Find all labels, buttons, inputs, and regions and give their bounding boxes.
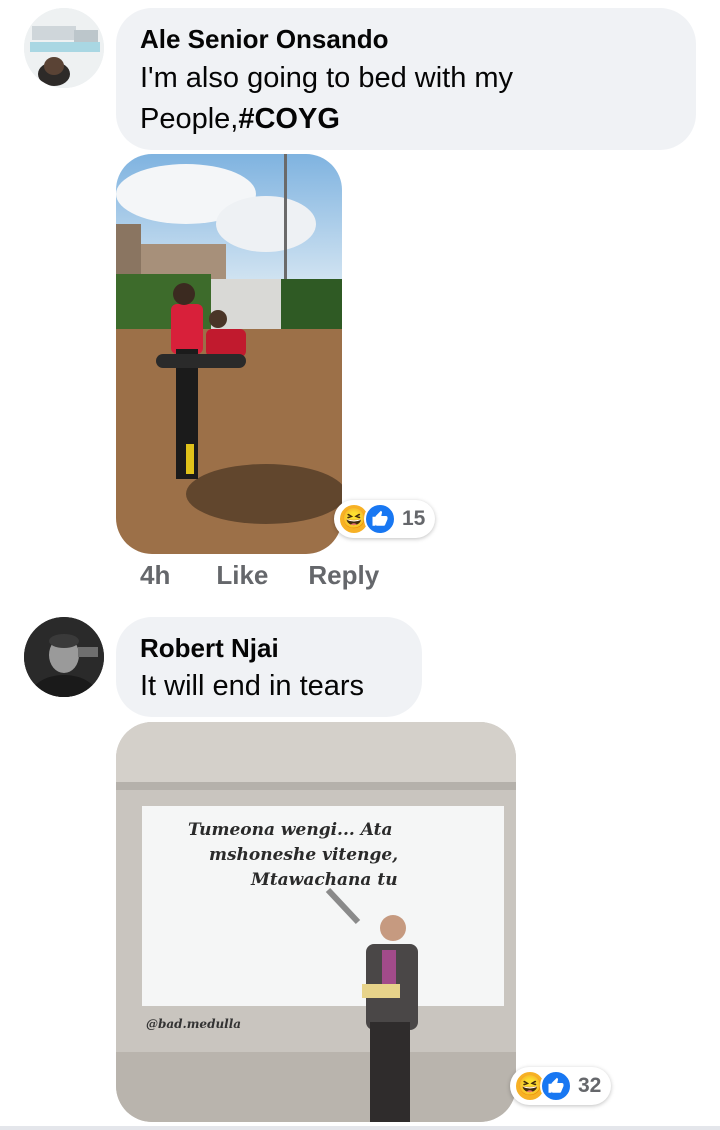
avatar-photo [24, 617, 104, 697]
photo-two-people-outdoors [116, 154, 342, 554]
meme-text-line: Mtawachana tu [250, 870, 398, 890]
divider [0, 1126, 720, 1130]
meme-presentation-image: Tumeona wengi... Ata mshoneshe vitenge, … [116, 722, 516, 1122]
meme-watermark: @bad.medulla [146, 1017, 241, 1031]
reaction-summary[interactable]: 😆 15 [334, 500, 436, 538]
comment-author[interactable]: Ale Senior Onsando [140, 24, 389, 55]
comment-text-line: I'm also going to bed with my [140, 62, 514, 94]
comment-text-prefix: People, [140, 103, 239, 135]
meme-text-line: Tumeona wengi... Ata [188, 820, 392, 840]
avatar-robert-njai[interactable] [24, 617, 104, 697]
comment-bubble: Ale Senior Onsando I'm also going to bed… [116, 8, 696, 150]
reaction-count: 15 [402, 507, 426, 530]
like-button[interactable]: Like [216, 560, 268, 591]
thumbs-up-icon [364, 503, 396, 535]
reaction-count: 32 [578, 1074, 602, 1097]
comment-timestamp[interactable]: 4h [140, 560, 170, 591]
comment-text-line: People,#COYG [140, 99, 340, 140]
comment-bubble: Robert Njai It will end in tears [116, 617, 422, 717]
comment-author[interactable]: Robert Njai [140, 633, 279, 664]
reaction-summary[interactable]: 😆 32 [510, 1067, 612, 1105]
comment-attached-meme[interactable]: Tumeona wengi... Ata mshoneshe vitenge, … [116, 722, 516, 1122]
comment-actions: 4h Like Reply [140, 558, 379, 592]
comment-attached-photo[interactable] [116, 154, 342, 554]
thumbs-up-icon [540, 1070, 572, 1102]
avatar-ale-senior-onsando[interactable] [24, 8, 104, 88]
meme-text-line: mshoneshe vitenge, [209, 845, 398, 865]
avatar-photo [24, 8, 104, 88]
reply-button[interactable]: Reply [308, 560, 379, 591]
hashtag-link[interactable]: #COYG [238, 103, 340, 135]
comment-text: It will end in tears [140, 670, 365, 702]
